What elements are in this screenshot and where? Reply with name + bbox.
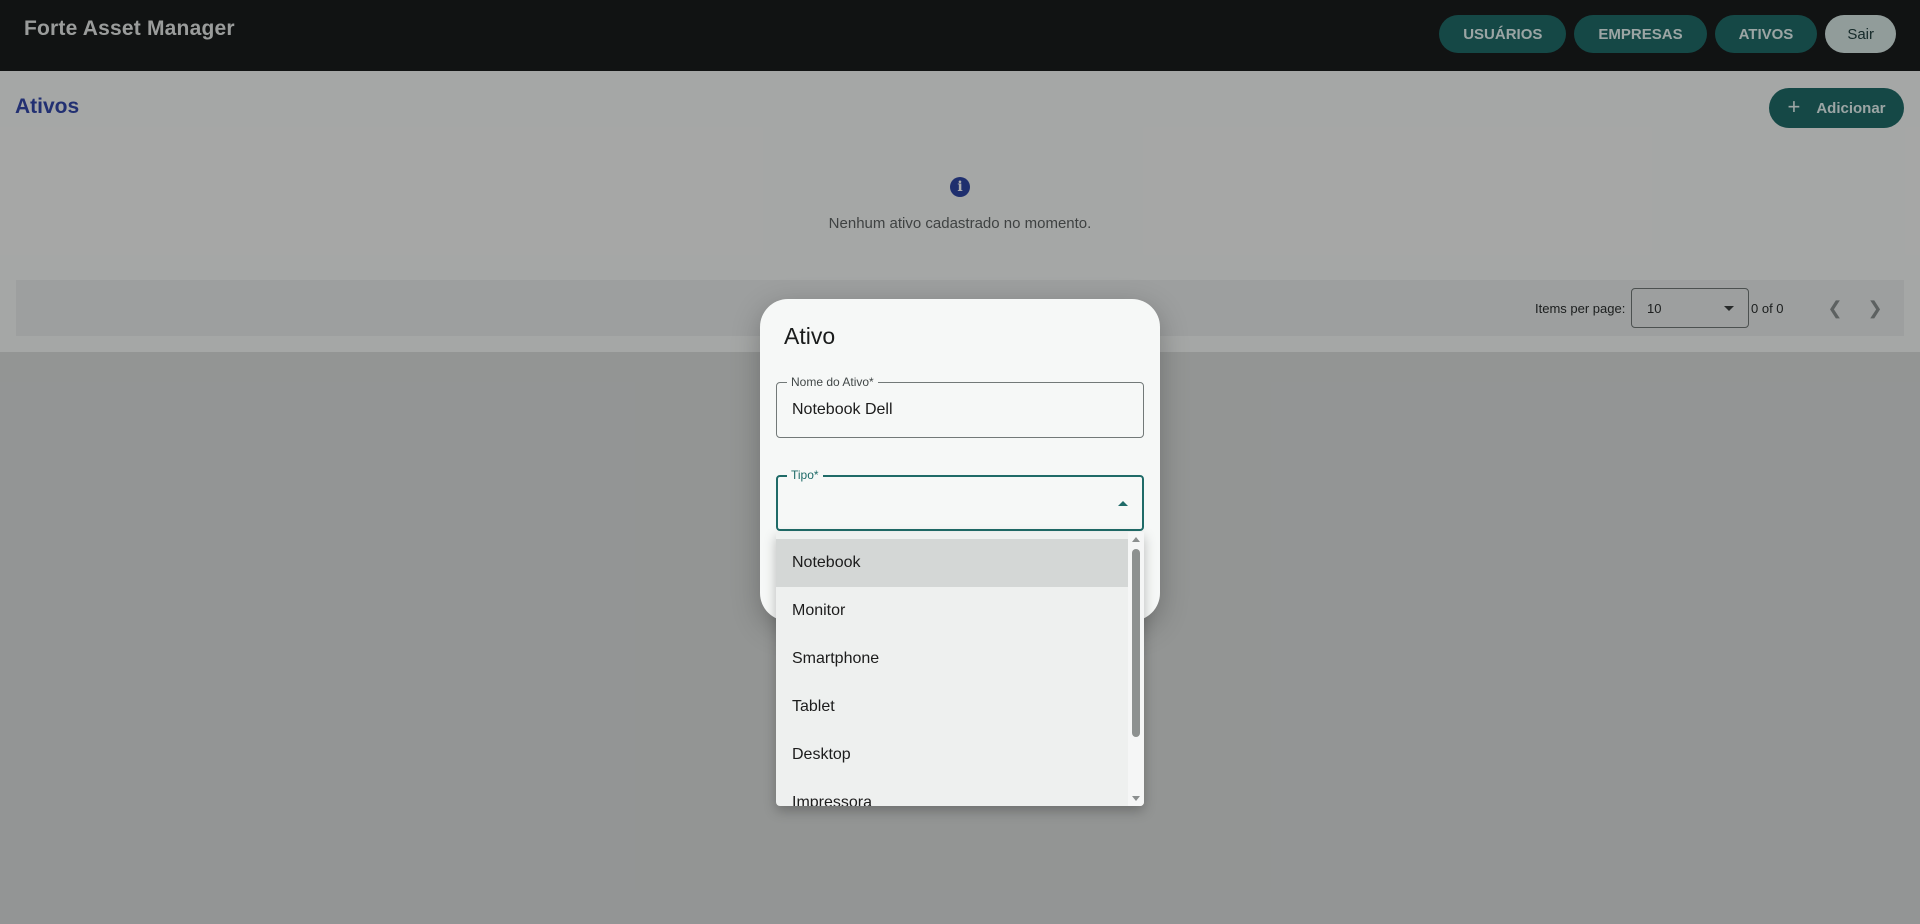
asset-type-select[interactable]: Tipo* bbox=[776, 468, 1144, 531]
option-monitor[interactable]: Monitor bbox=[776, 587, 1128, 635]
caret-up-icon bbox=[1118, 501, 1128, 506]
scrollbar-thumb[interactable] bbox=[1132, 549, 1140, 737]
asset-name-field[interactable]: Nome do Ativo* Notebook Dell bbox=[776, 375, 1144, 438]
option-smartphone[interactable]: Smartphone bbox=[776, 635, 1128, 683]
option-notebook[interactable]: Notebook bbox=[776, 539, 1128, 587]
scroll-down-arrow-icon[interactable] bbox=[1132, 796, 1140, 801]
asset-type-options-panel: Notebook Monitor Smartphone Tablet Deskt… bbox=[776, 532, 1144, 806]
asset-name-input[interactable]: Notebook Dell bbox=[792, 401, 893, 419]
dialog-title: Ativo bbox=[784, 323, 836, 349]
option-tablet[interactable]: Tablet bbox=[776, 683, 1128, 731]
option-impressora[interactable]: Impressora bbox=[776, 779, 1128, 806]
option-desktop[interactable]: Desktop bbox=[776, 731, 1128, 779]
scroll-up-arrow-icon[interactable] bbox=[1132, 537, 1140, 542]
asset-type-label: Tipo* bbox=[787, 468, 823, 482]
asset-name-label: Nome do Ativo* bbox=[787, 375, 878, 389]
options-scrollbar[interactable] bbox=[1128, 532, 1144, 806]
